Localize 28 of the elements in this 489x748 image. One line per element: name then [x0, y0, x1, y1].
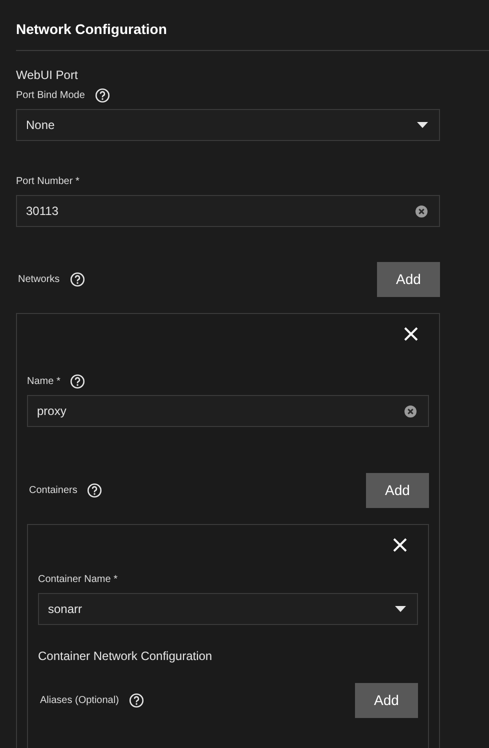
help-icon[interactable] — [94, 88, 110, 103]
close-icon[interactable] — [403, 326, 419, 342]
field-label: Container Name * — [38, 573, 118, 587]
add-button[interactable]: Add — [366, 473, 429, 508]
section-heading: WebUI Port — [16, 67, 79, 82]
clear-icon[interactable] — [415, 204, 428, 218]
field-label: Aliases (Optional) — [40, 694, 119, 708]
clear-icon[interactable] — [404, 404, 417, 418]
input-field[interactable]: proxy — [27, 395, 429, 427]
select-field[interactable]: sonarr — [38, 593, 418, 625]
help-icon[interactable] — [87, 483, 102, 498]
close-icon[interactable] — [392, 537, 408, 553]
section-title: Network Configuration — [16, 20, 168, 39]
help-icon[interactable] — [128, 693, 144, 708]
help-icon[interactable] — [70, 272, 85, 287]
field-label: Networks — [18, 273, 60, 287]
field-label: Name * — [27, 375, 60, 389]
section-heading: Container Network Configuration — [38, 648, 214, 663]
add-button[interactable]: Add — [355, 683, 418, 718]
input-field[interactable]: 30113 — [16, 195, 440, 227]
field-label: Port Number * — [16, 175, 80, 189]
field-label: Port Bind Mode — [16, 89, 85, 103]
dropdown-caret-icon — [395, 606, 406, 612]
select-field[interactable]: None — [16, 109, 440, 141]
add-button[interactable]: Add — [377, 262, 440, 297]
help-icon[interactable] — [70, 374, 86, 389]
field-label: Containers — [29, 484, 78, 498]
dropdown-caret-icon — [417, 122, 428, 128]
